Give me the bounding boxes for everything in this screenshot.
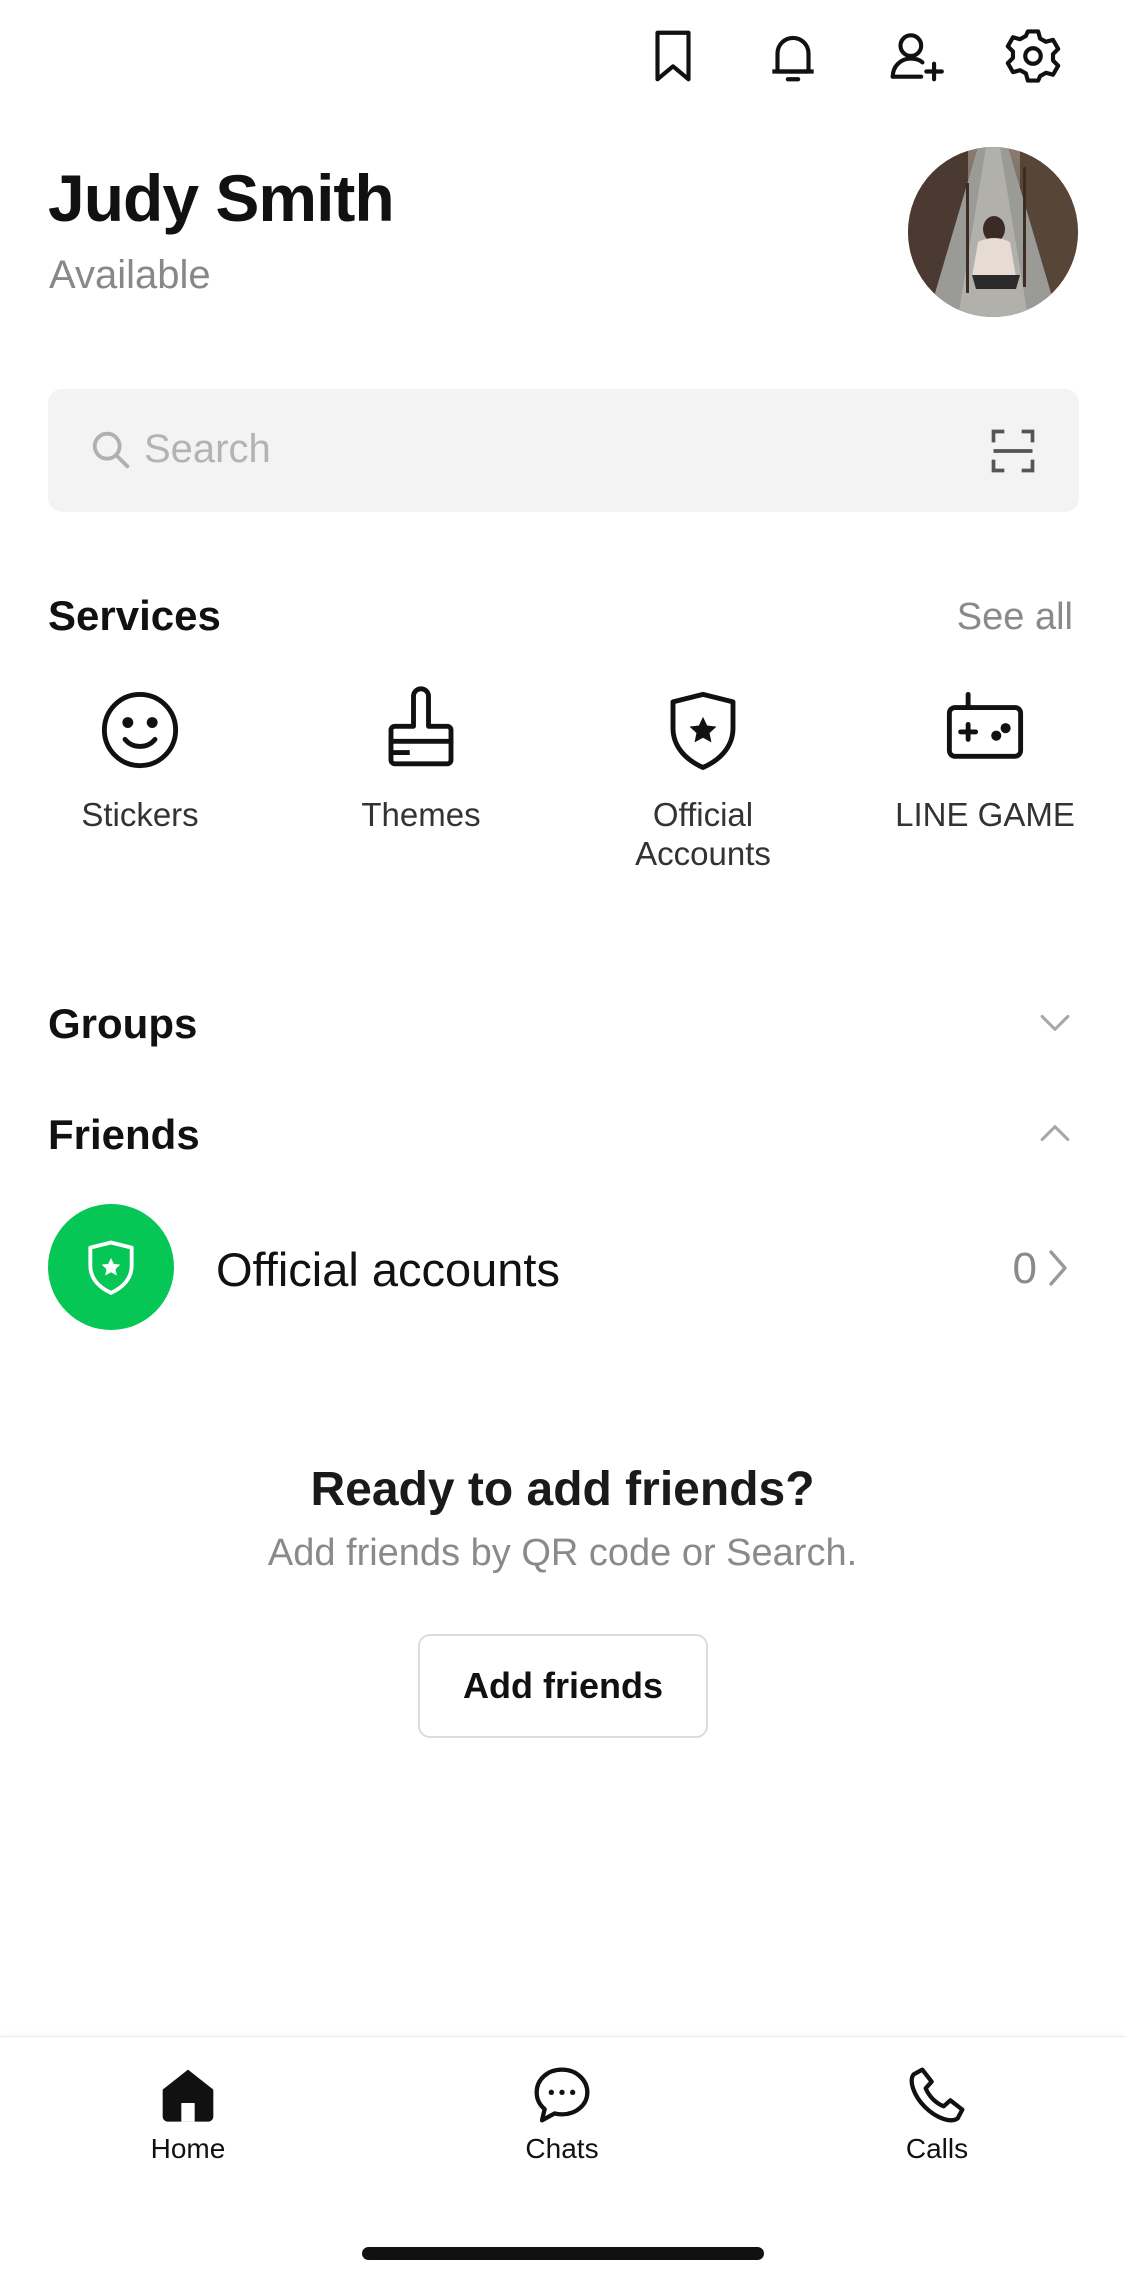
service-official-accounts[interactable]: Official Accounts [562, 685, 844, 873]
service-label: Stickers [81, 796, 199, 833]
shield-star-icon [670, 691, 736, 770]
nav-calls[interactable]: Calls [837, 2063, 1037, 2165]
nav-chats[interactable]: Chats [462, 2063, 662, 2165]
chat-bubble-icon [534, 2067, 590, 2123]
gear-icon[interactable] [997, 20, 1069, 92]
service-label: Themes [361, 796, 481, 833]
shield-star-icon [88, 1240, 134, 1295]
home-indicator [362, 2247, 764, 2260]
see-all-link[interactable]: See all [957, 596, 1073, 639]
avatar[interactable] [908, 147, 1078, 317]
official-accounts-count: 0 [1012, 1244, 1037, 1293]
service-label: LINE GAME [895, 796, 1075, 833]
groups-title[interactable]: Groups [48, 1000, 197, 1048]
bookmark-icon[interactable] [637, 20, 709, 92]
gamepad-icon [946, 691, 1024, 759]
phone-icon [909, 2067, 965, 2123]
chevron-up-icon[interactable] [1033, 1112, 1077, 1156]
add-friends-button[interactable]: Add friends [418, 1634, 708, 1738]
nav-label: Calls [905, 2133, 969, 2164]
add-friend-icon[interactable] [880, 20, 952, 92]
friends-title[interactable]: Friends [48, 1111, 200, 1159]
scan-icon[interactable] [987, 425, 1039, 477]
chevron-down-icon[interactable] [1033, 1000, 1077, 1044]
smiley-icon [101, 691, 179, 769]
top-bar [0, 12, 1125, 108]
official-accounts-avatar [48, 1204, 174, 1330]
official-accounts-row[interactable]: Official accounts 0 [48, 1204, 1079, 1332]
services-title: Services [48, 592, 221, 639]
empty-state-subtitle: Add friends by QR code or Search. [267, 1532, 858, 1574]
nav-home[interactable]: Home [88, 2063, 288, 2165]
official-accounts-label: Official accounts [216, 1243, 560, 1296]
empty-state-title: Ready to add friends? [310, 1463, 815, 1516]
profile-name[interactable]: Judy Smith [48, 160, 395, 236]
bell-icon[interactable] [757, 20, 829, 92]
search-placeholder: Search [144, 427, 271, 471]
search-icon [92, 431, 130, 469]
service-line-game[interactable]: LINE GAME [845, 685, 1125, 834]
nav-label: Home [150, 2133, 226, 2164]
service-themes[interactable]: Themes [281, 685, 561, 834]
nav-label: Chats [525, 2133, 599, 2164]
chevron-right-icon [1049, 1250, 1067, 1286]
brush-icon [388, 686, 454, 767]
search-input[interactable]: Search [48, 389, 1079, 512]
service-stickers[interactable]: Stickers [0, 685, 280, 834]
service-label: Official Accounts [635, 796, 771, 872]
profile-status[interactable]: Available [49, 253, 211, 298]
home-icon [162, 2069, 214, 2122]
